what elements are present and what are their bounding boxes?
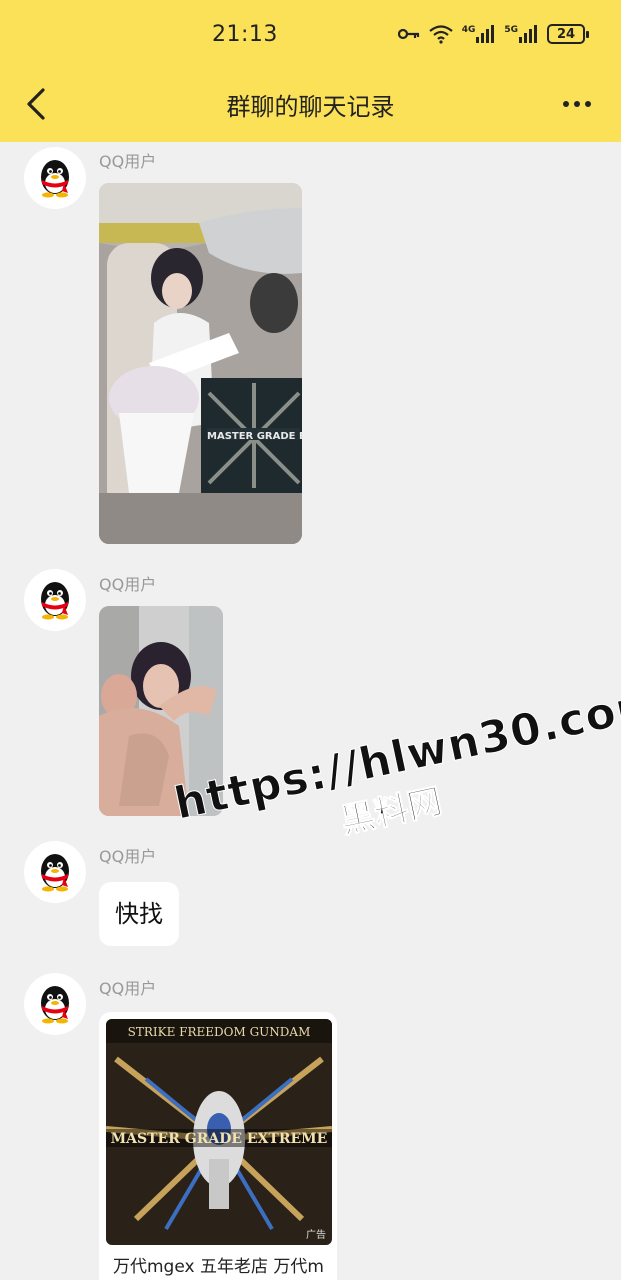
signal-5g-icon: 5G <box>504 25 539 43</box>
status-icons: 4G 5G 24 <box>397 24 589 44</box>
status-bar: 21:13 4G 5G 24 <box>0 0 621 72</box>
image-message[interactable]: MASTER GRADE EX <box>99 183 302 544</box>
ad-image: STRIKE FREEDOM GUNDAM MASTER GRADE EXTRE… <box>106 1019 332 1245</box>
qq-penguin-icon <box>41 854 69 892</box>
wifi-icon <box>428 24 454 44</box>
avatar[interactable] <box>24 973 86 1035</box>
svg-text:MASTER GRADE EXTREME: MASTER GRADE EXTREME <box>111 1131 328 1147</box>
avatar[interactable] <box>24 569 86 631</box>
sender-name: QQ用户 <box>99 979 157 998</box>
header: 21:13 4G 5G 24 群聊的聊天记录 <box>0 0 621 142</box>
nav-bar: 群聊的聊天记录 <box>0 72 621 142</box>
watermark: https://hlwn30.com 黑料网 <box>169 676 621 876</box>
sender-name: QQ用户 <box>99 847 157 866</box>
status-time: 21:13 <box>212 22 278 47</box>
qq-penguin-icon <box>41 582 69 620</box>
gundam-box-art: STRIKE FREEDOM GUNDAM MASTER GRADE EXTRE… <box>106 1019 332 1245</box>
ad-title: 万代mgex 五年老店 万代m <box>113 1257 324 1277</box>
text-message[interactable]: 快找 <box>99 882 179 946</box>
avatar[interactable] <box>24 147 86 209</box>
ad-tag: 广告 <box>306 1230 326 1241</box>
more-dots-icon <box>563 101 569 107</box>
key-icon <box>397 27 420 41</box>
svg-text:MASTER GRADE EX: MASTER GRADE EX <box>207 431 302 442</box>
more-button[interactable] <box>557 88 597 120</box>
sender-name: QQ用户 <box>99 152 157 171</box>
avatar[interactable] <box>24 841 86 903</box>
ad-card[interactable]: STRIKE FREEDOM GUNDAM MASTER GRADE EXTRE… <box>99 1012 337 1280</box>
page-title: 群聊的聊天记录 <box>226 93 395 121</box>
svg-text:STRIKE FREEDOM GUNDAM: STRIKE FREEDOM GUNDAM <box>128 1025 311 1039</box>
photo-thumbnail: MASTER GRADE EX <box>99 183 302 544</box>
signal-4g-icon: 4G <box>462 25 497 43</box>
qq-penguin-icon <box>41 160 69 198</box>
qq-penguin-icon <box>41 986 69 1024</box>
battery-icon: 24 <box>547 24 589 44</box>
sender-name: QQ用户 <box>99 575 157 594</box>
